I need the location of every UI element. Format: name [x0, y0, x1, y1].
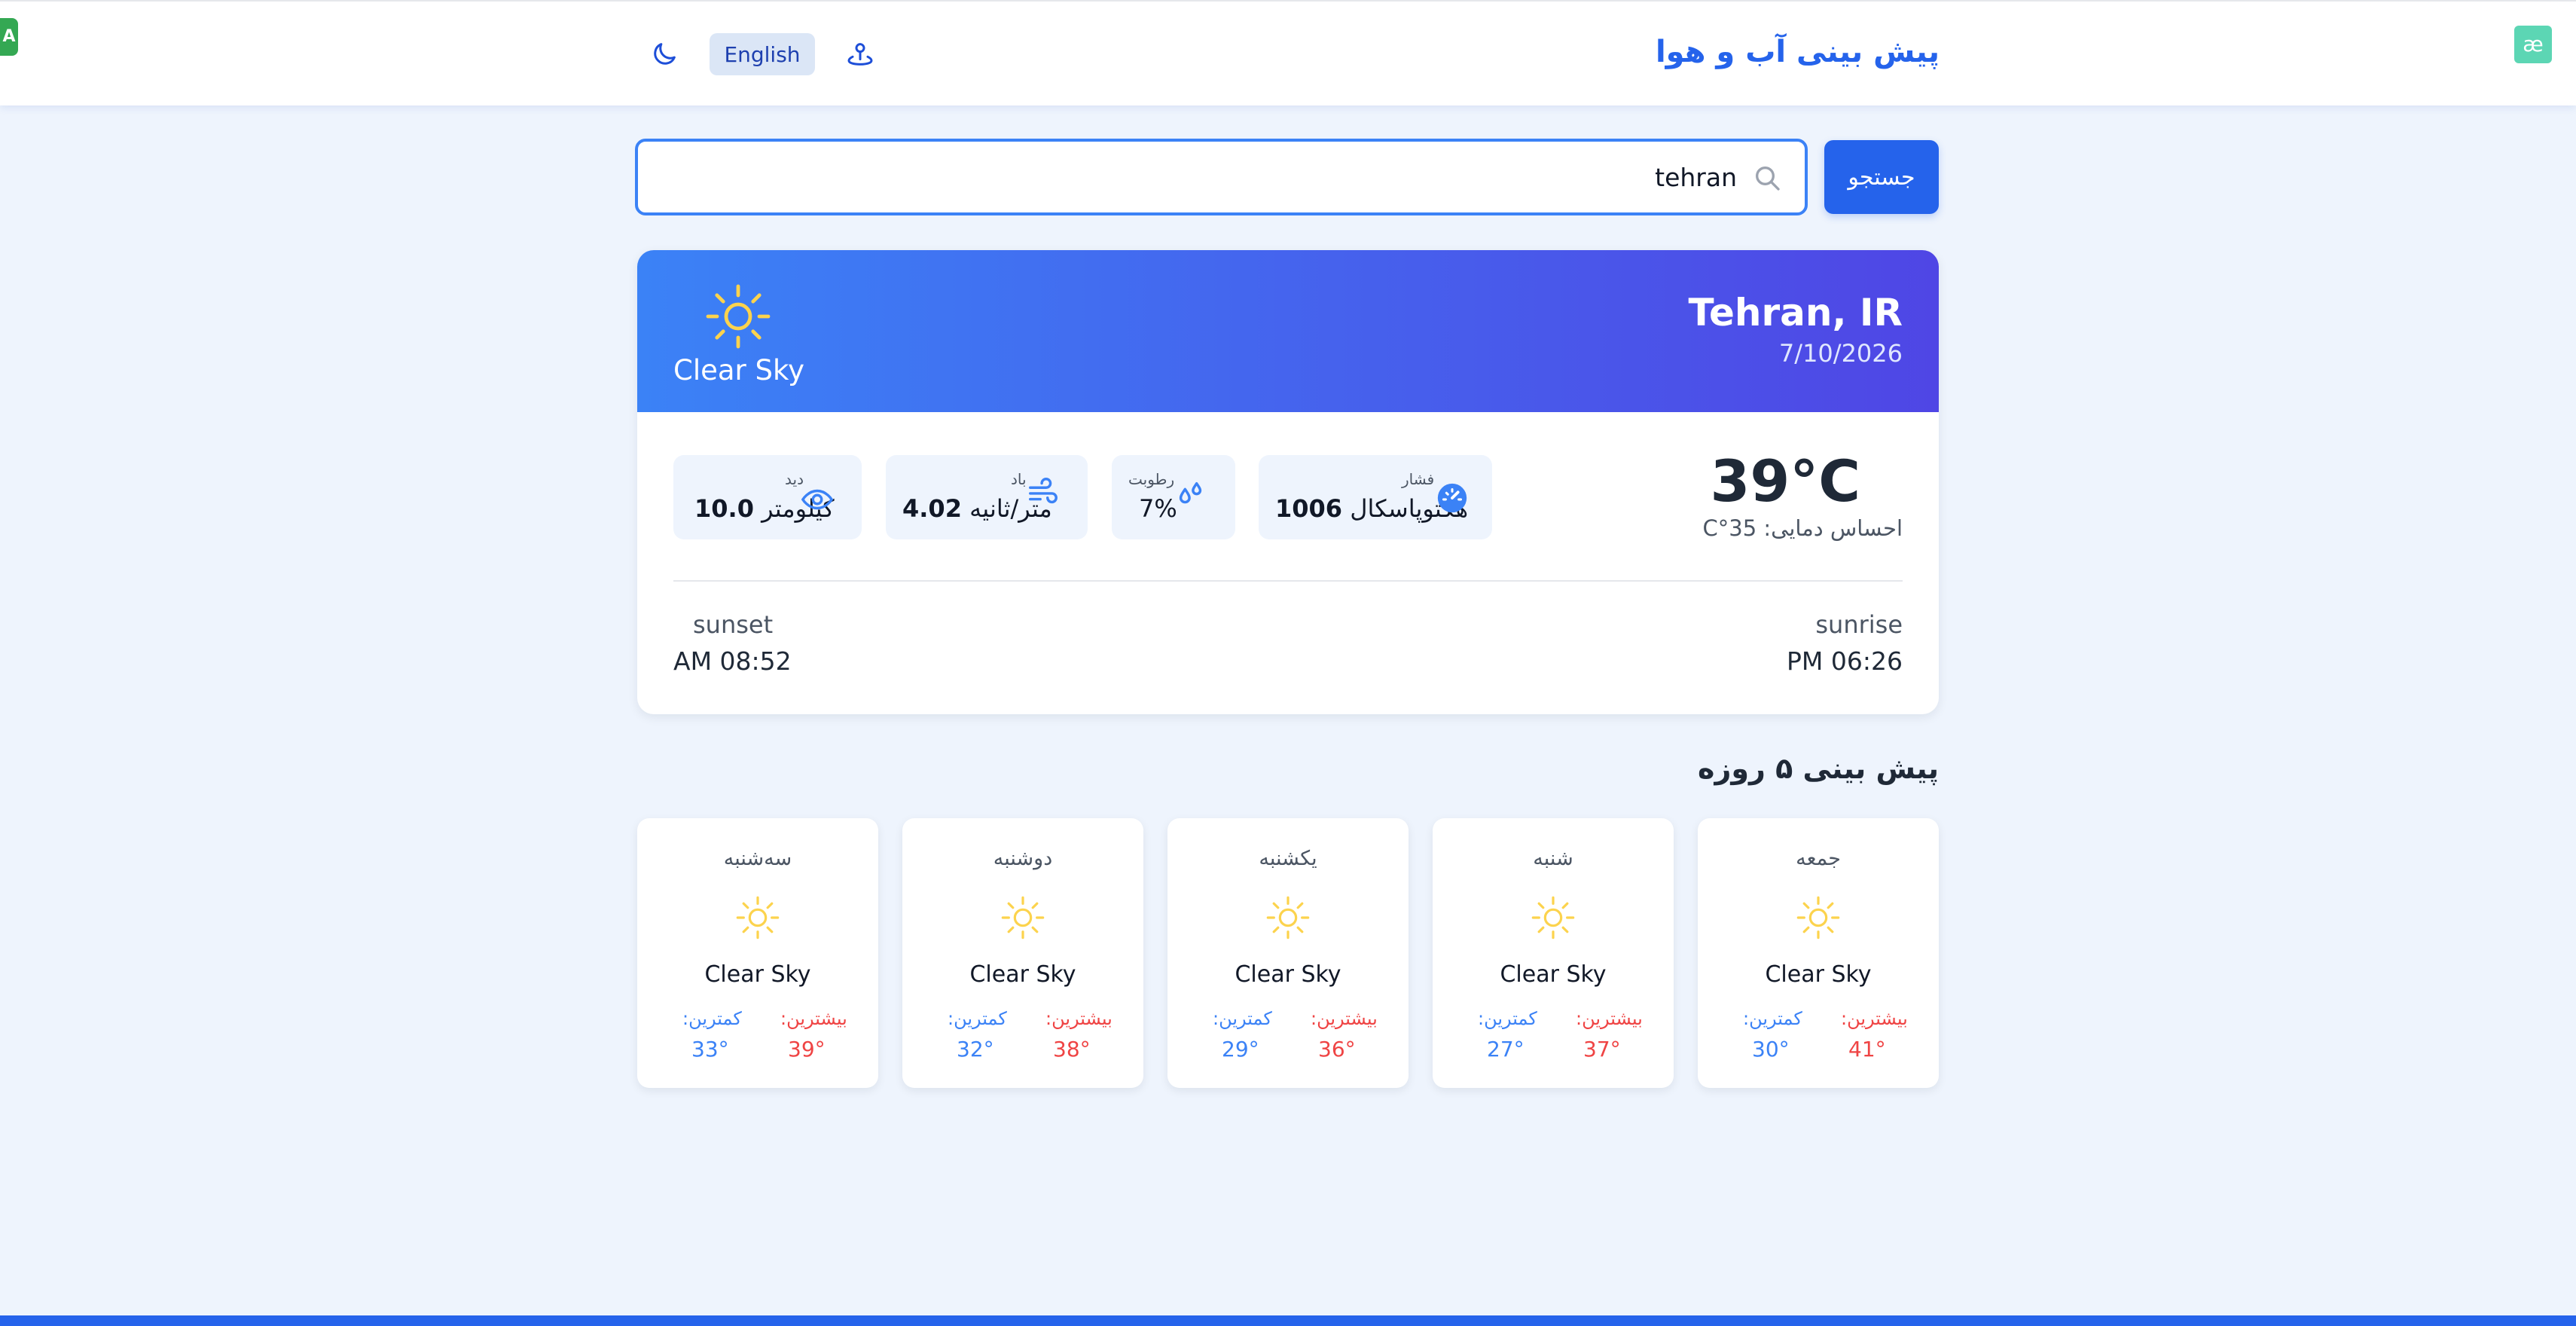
- forecast-card: سه‌شنبه Clear Sky بیشترین: کمترین: 39° 3…: [637, 818, 878, 1088]
- forecast-condition: Clear Sky: [704, 961, 811, 988]
- forecast-min: 27°: [1487, 1037, 1525, 1062]
- sunrise-value: PM 06:26: [1787, 646, 1903, 676]
- forecast-max: 39°: [788, 1037, 826, 1062]
- max-label: بیشترین:: [1311, 1008, 1378, 1029]
- forecast-day: سه‌شنبه: [723, 847, 792, 870]
- forecast-condition: Clear Sky: [1235, 961, 1341, 988]
- sun-icon: [1796, 896, 1840, 940]
- forecast-day: جمعه: [1796, 847, 1841, 870]
- forecast-min: 30°: [1752, 1037, 1790, 1062]
- search-button[interactable]: جستجو: [1824, 140, 1939, 214]
- search-box[interactable]: tehran: [635, 139, 1808, 215]
- app-title: پیش بینی آب و هوا: [1655, 35, 1940, 69]
- pressure-label: فشار: [1402, 470, 1435, 488]
- wind-icon: [1029, 478, 1058, 504]
- weather-hero: Tehran, IR 7/10/2026 Clear Sky: [637, 250, 1939, 412]
- eye-icon: [801, 489, 834, 510]
- max-label: بیشترین:: [1576, 1008, 1643, 1029]
- pressure-number: 1006: [1275, 494, 1343, 523]
- forecast-min: 32°: [957, 1037, 994, 1062]
- sun-icon: [736, 896, 780, 940]
- theme-toggle-button[interactable]: [646, 36, 682, 72]
- current-date: 7/10/2026: [1778, 339, 1903, 368]
- forecast-card: یکشنبه Clear Sky بیشترین: کمترین: 36° 29…: [1167, 818, 1409, 1088]
- sun-icon: [1531, 896, 1575, 940]
- water-drops-icon: [1179, 481, 1202, 504]
- forecast-max: 38°: [1053, 1037, 1091, 1062]
- forecast-max: 37°: [1583, 1037, 1621, 1062]
- forecast-max: 36°: [1318, 1037, 1356, 1062]
- min-label: کمترین:: [1743, 1008, 1802, 1029]
- humidity-value: 7%: [1139, 494, 1177, 523]
- sun-icon: [706, 284, 771, 349]
- search-input-value: tehran: [1655, 163, 1737, 192]
- forecast-min: 33°: [691, 1037, 729, 1062]
- city-name: Tehran, IR: [1688, 291, 1903, 335]
- sun-icon: [1266, 896, 1310, 940]
- forecast-card: دوشنبه Clear Sky بیشترین: کمترین: 38° 32…: [902, 818, 1143, 1088]
- forecast-card: شنبه Clear Sky بیشترین: کمترین: 37° 27°: [1433, 818, 1674, 1088]
- forecast-min: 29°: [1222, 1037, 1259, 1062]
- current-weather-card: Tehran, IR 7/10/2026 Clear Sky 39°C احسا…: [637, 250, 1939, 714]
- extension-badge-left[interactable]: A: [0, 18, 18, 56]
- forecast-condition: Clear Sky: [1500, 961, 1607, 988]
- sun-icon: [1001, 896, 1045, 940]
- max-label: بیشترین:: [780, 1008, 847, 1029]
- max-label: بیشترین:: [1045, 1008, 1113, 1029]
- forecast-card: جمعه Clear Sky بیشترین: کمترین: 41° 30°: [1698, 818, 1939, 1088]
- language-button[interactable]: English: [710, 33, 815, 75]
- forecast-title: پیش بینی ۵ روزه: [1698, 752, 1939, 785]
- sunset-label: sunset: [693, 610, 774, 639]
- search-icon: [1756, 167, 1780, 191]
- sunrise-label: sunrise: [1815, 610, 1903, 639]
- section-divider: [673, 580, 1903, 582]
- min-label: کمترین:: [682, 1008, 742, 1029]
- visibility-number: 10.0: [694, 494, 754, 523]
- stat-humidity: رطوبت 7%: [1112, 455, 1235, 539]
- moon-icon: [654, 43, 676, 65]
- min-label: کمترین:: [1213, 1008, 1272, 1029]
- location-button[interactable]: [842, 36, 878, 72]
- wind-number: 4.02: [902, 494, 962, 523]
- min-label: کمترین:: [948, 1008, 1007, 1029]
- feels-like: احساس دمایی: 35°C: [1702, 515, 1903, 541]
- forecast-condition: Clear Sky: [1765, 961, 1872, 988]
- wind-label: باد: [1011, 470, 1027, 488]
- forecast-day: دوشنبه: [993, 847, 1053, 870]
- forecast-condition: Clear Sky: [969, 961, 1076, 988]
- min-label: کمترین:: [1478, 1008, 1537, 1029]
- current-temperature: 39°C: [1710, 448, 1860, 515]
- search-input[interactable]: [653, 142, 1617, 212]
- humidity-label: رطوبت: [1128, 470, 1175, 488]
- location-pin-icon: [847, 43, 873, 66]
- sunset-value: AM 08:52: [673, 646, 792, 676]
- bottom-accent-bar: [0, 1315, 2576, 1326]
- stat-wind: باد 4.02 متر/ثانیه: [886, 455, 1088, 539]
- max-label: بیشترین:: [1841, 1008, 1908, 1029]
- forecast-max: 41°: [1848, 1037, 1886, 1062]
- stat-pressure: فشار 1006 هکتوپاسکال: [1259, 455, 1492, 539]
- extension-badge-right[interactable]: æ: [2514, 26, 2552, 63]
- forecast-day: یکشنبه: [1259, 847, 1317, 870]
- top-navbar: A æ English پیش بینی آب و هوا: [0, 0, 2576, 105]
- forecast-day: شنبه: [1533, 847, 1573, 870]
- current-condition: Clear Sky: [673, 354, 805, 386]
- gauge-icon: [1437, 483, 1467, 513]
- stat-visibility: دید 10.0 کیلومتر: [673, 455, 862, 539]
